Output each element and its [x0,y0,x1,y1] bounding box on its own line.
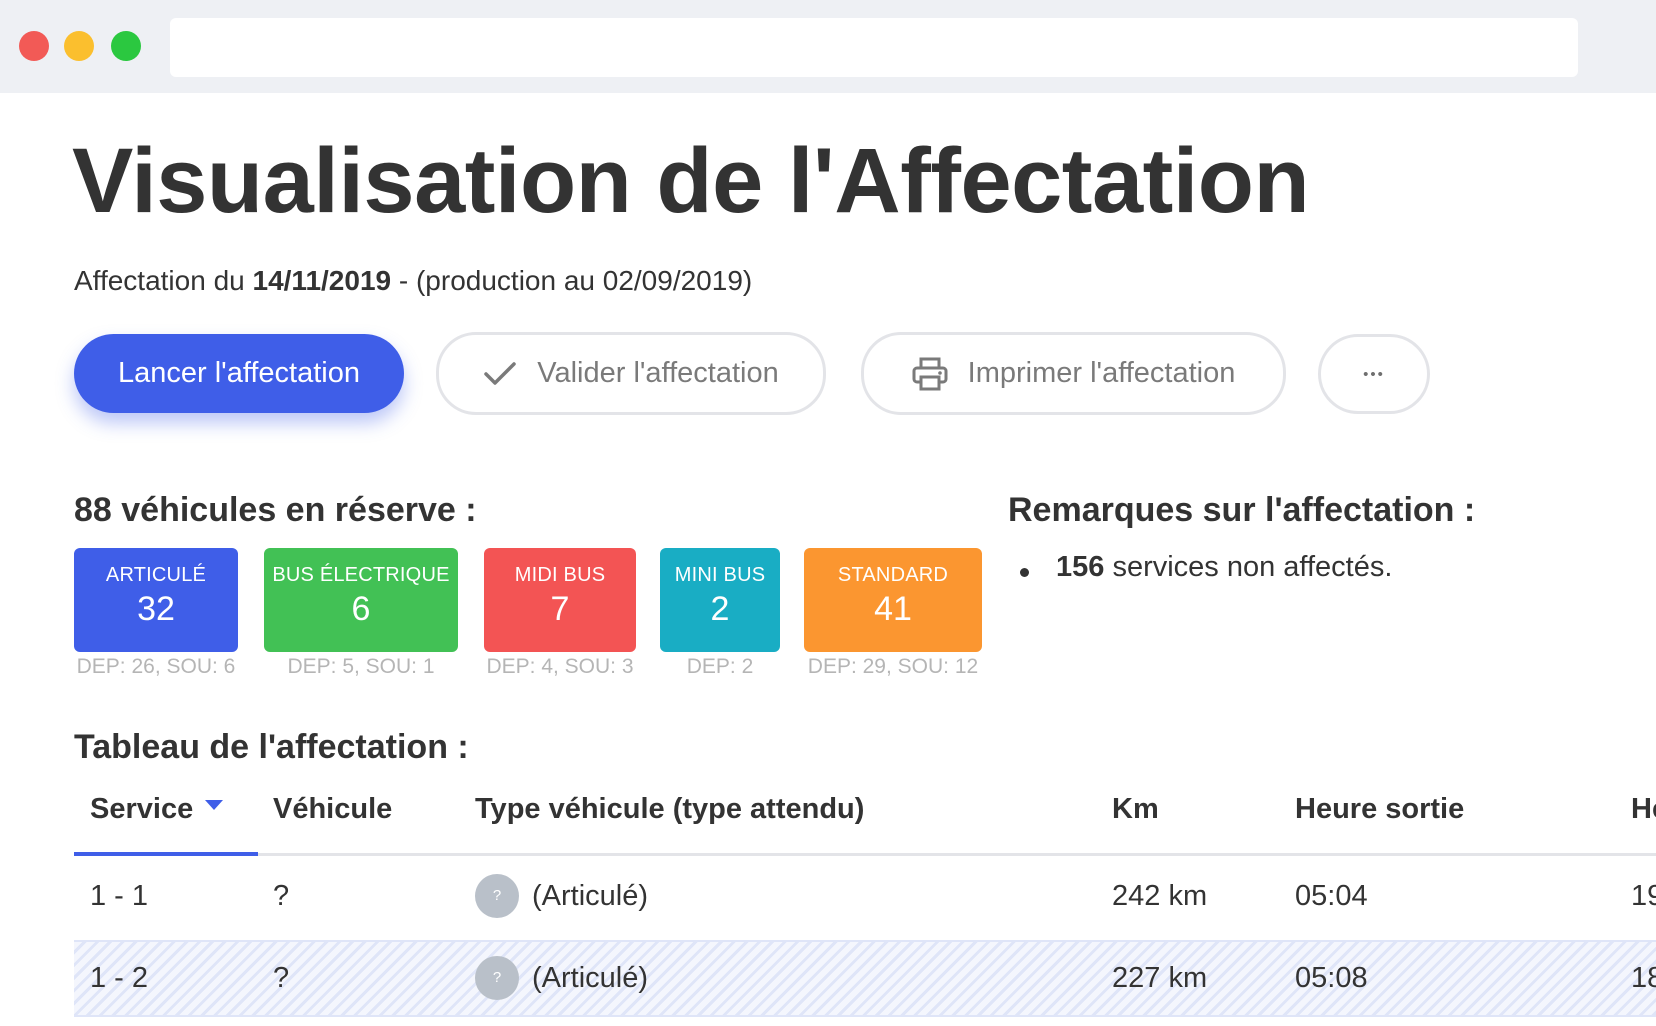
table-row[interactable]: 1 - 2 ? ? (Articulé) 227 km 05:08 18 [74,940,1656,1017]
unknown-vehicle-badge: ? [475,874,519,918]
address-bar[interactable] [170,18,1578,77]
card-label: MINI BUS [674,564,766,586]
reserve-title: 88 véhicules en réserve : [74,491,477,529]
column-header-km[interactable]: Km [1112,793,1159,826]
close-window-button[interactable] [19,31,49,61]
card-count: 6 [351,590,371,628]
cell-truncated: 18 [1631,962,1656,994]
card-detail: DEP: 4, SOU: 3 [486,655,634,678]
cell-vehicle-type: (Articulé) [532,880,649,912]
column-header-truncated[interactable]: He [1631,793,1656,826]
page-content: Visualisation de l'Affectation Affectati… [0,93,1656,1026]
remarks-title: Remarques sur l'affectation : [1008,491,1476,529]
cell-vehicle-type: (Articulé) [532,962,649,994]
subtitle-prefix: Affectation du [74,265,253,296]
more-dots-icon: ••• [1363,365,1385,383]
column-header-service[interactable]: Service [90,793,224,826]
cell-vehicle: ? [273,962,290,994]
card-count: 2 [710,590,730,628]
card-label: BUS ÉLECTRIQUE [272,564,450,586]
cell-service: 1 - 2 [90,962,149,994]
card-label: ARTICULÉ [105,564,207,586]
page-title: Visualisation de l'Affectation [72,130,1310,232]
validate-assignment-label: Valider l'affectation [537,357,779,389]
table-row[interactable]: 1 - 1 ? ? (Articulé) 242 km 05:04 19 [74,858,1656,935]
check-icon [483,361,517,387]
table-header: Service Véhicule Type véhicule (type att… [74,783,1656,856]
column-header-label: Service [90,793,194,825]
maximize-window-button[interactable] [111,31,141,61]
column-header-vehicle[interactable]: Véhicule [273,793,392,826]
cell-km: 242 km [1112,880,1208,912]
card-detail: DEP: 29, SOU: 12 [807,655,979,678]
minimize-window-button[interactable] [64,31,94,61]
column-header-exit-time[interactable]: Heure sortie [1295,793,1464,826]
cell-vehicle: ? [273,880,290,912]
launch-assignment-button[interactable]: Lancer l'affectation [74,334,404,413]
sort-descending-icon [205,800,224,810]
card-count: 32 [137,590,175,628]
card-count: 41 [874,590,912,628]
remark-text: services non affectés. [1104,551,1393,583]
cell-exit-time: 05:08 [1295,962,1368,994]
card-detail: DEP: 2 [686,655,754,678]
launch-assignment-label: Lancer l'affectation [118,357,360,389]
remark-item: 156 services non affectés. [1056,551,1392,584]
column-header-vehicle-type[interactable]: Type véhicule (type attendu) [475,793,864,826]
cell-service: 1 - 1 [90,880,149,912]
cell-km: 227 km [1112,962,1208,994]
browser-titlebar [0,0,1656,93]
reserve-card-mini-bus[interactable]: MINI BUS 2 [660,548,780,652]
card-count: 7 [550,590,570,628]
cell-exit-time: 05:04 [1295,880,1368,912]
assignment-date: 14/11/2019 [252,265,392,296]
card-detail: DEP: 5, SOU: 1 [287,655,435,678]
reserve-card-bus-electrique[interactable]: BUS ÉLECTRIQUE 6 [264,548,458,652]
active-sort-indicator [74,852,258,856]
table-title: Tableau de l'affectation : [74,728,469,766]
reserve-card-midi-bus[interactable]: MIDI BUS 7 [484,548,636,652]
bullet-icon [1020,568,1029,577]
cell-truncated: 19 [1631,880,1656,912]
print-assignment-button[interactable]: Imprimer l'affectation [861,332,1286,415]
reserve-card-articule[interactable]: ARTICULÉ 32 [74,548,238,652]
assignment-subtitle: Affectation du 14/11/2019 - (production … [74,265,752,297]
more-options-button[interactable]: ••• [1318,334,1430,414]
reserve-card-standard[interactable]: STANDARD 41 [804,548,982,652]
unknown-vehicle-badge: ? [475,956,519,1000]
card-label: MIDI BUS [514,564,606,586]
card-label: STANDARD [837,564,949,586]
remark-count: 156 [1056,551,1105,583]
validate-assignment-button[interactable]: Valider l'affectation [436,332,826,415]
subtitle-suffix: - (production au 02/09/2019) [391,265,753,296]
print-assignment-label: Imprimer l'affectation [967,357,1236,389]
card-detail: DEP: 26, SOU: 6 [76,655,236,678]
printer-icon [912,357,948,391]
